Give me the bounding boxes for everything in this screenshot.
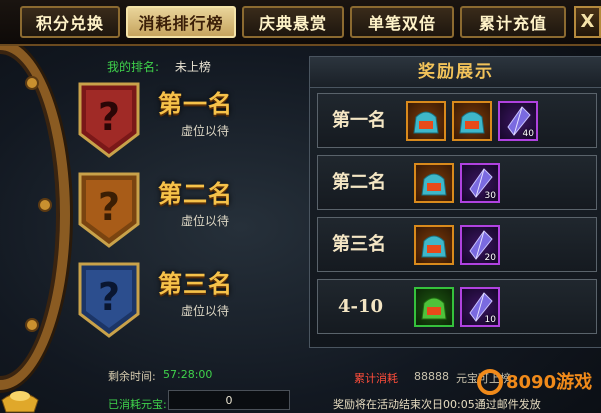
rank-status: 虚位以待: [181, 124, 230, 138]
watermark-logo: 8090游戏: [477, 369, 592, 395]
item-quantity: 20: [484, 253, 496, 263]
reward-row-label: 4-10: [338, 296, 384, 317]
ornament-stud: [27, 320, 37, 330]
item-quantity: 10: [484, 315, 496, 325]
my-rank-label: 我的排名:: [107, 60, 160, 74]
ornament-stud: [27, 78, 37, 88]
gift-bag-icon[interactable]: [452, 101, 492, 141]
close-button[interactable]: X: [574, 6, 601, 38]
reward-panel-title: 奖励展示: [310, 57, 601, 88]
reward-row-2: 第二名 30: [317, 155, 597, 210]
remaining-time-label: 剩余时间:: [108, 370, 156, 383]
tab-single-double[interactable]: 单笔双倍: [350, 6, 454, 38]
svg-text:?: ?: [98, 95, 120, 139]
tab-consumption-ranking[interactable]: 消耗排行榜: [126, 6, 236, 38]
item-quantity: 40: [522, 129, 534, 139]
used-ingot-value: 0: [168, 390, 290, 410]
gift-bag-icon[interactable]: [414, 287, 454, 327]
rank-title: 第二名: [158, 179, 233, 208]
ornament-stud: [40, 200, 50, 210]
crystal-icon[interactable]: 10: [460, 287, 500, 327]
my-rank: 我的排名: 未上榜: [107, 58, 211, 75]
tab-cumulative-recharge[interactable]: 累计充值: [460, 6, 566, 38]
item-quantity: 30: [484, 191, 496, 201]
ranking-window: 积分兑换 消耗排行榜 庆典悬赏 单笔双倍 累计充值 X 我的排名: 未上榜 ? …: [0, 0, 601, 413]
rank-shield-icon: ?: [78, 172, 140, 248]
reward-row-label: 第一名: [332, 110, 386, 131]
rank-status: 虚位以待: [181, 214, 230, 228]
svg-text:?: ?: [98, 185, 120, 229]
watermark-text: 8090游戏: [506, 371, 592, 393]
remaining-time-value: 57:28:00: [163, 368, 213, 381]
gold-ingot-icon: [1, 391, 39, 413]
tab-points-exchange[interactable]: 积分兑换: [20, 6, 120, 38]
reward-panel: 奖励展示 第一名 40 第二名 30 第三名 20 4-10 10: [309, 56, 601, 348]
reward-row-label: 第二名: [332, 172, 386, 193]
reward-row-1: 第一名 40: [317, 93, 597, 148]
tab-bar: 积分兑换 消耗排行榜 庆典悬赏 单笔双倍 累计充值 X: [0, 0, 601, 46]
crystal-icon[interactable]: 30: [460, 163, 500, 203]
used-ingot-label: 已消耗元宝:: [108, 398, 167, 411]
ornament-ring: [0, 40, 70, 390]
gift-bag-icon[interactable]: [414, 163, 454, 203]
my-rank-value: 未上榜: [174, 60, 211, 74]
crystal-icon[interactable]: 40: [498, 101, 538, 141]
tab-celebration-bounty[interactable]: 庆典悬赏: [242, 6, 344, 38]
gift-bag-icon[interactable]: [414, 225, 454, 265]
accumulated-label: 累计消耗: [354, 372, 398, 385]
rank-status: 虚位以待: [181, 304, 230, 318]
rank-title: 第三名: [158, 269, 233, 298]
gift-bag-icon[interactable]: [406, 101, 446, 141]
accumulated-value: 88888: [414, 370, 449, 383]
rank-row-1: ? 第一名 虚位以待: [76, 78, 296, 168]
rank-title: 第一名: [158, 89, 233, 118]
crystal-icon[interactable]: 20: [460, 225, 500, 265]
rank-shield-icon: ?: [78, 82, 140, 158]
svg-text:?: ?: [98, 275, 120, 319]
reward-row-4: 4-10 10: [317, 279, 597, 334]
rank-row-2: ? 第二名 虚位以待: [76, 168, 296, 258]
reward-row-3: 第三名 20: [317, 217, 597, 272]
reward-row-label: 第三名: [332, 234, 386, 255]
rank-shield-icon: ?: [78, 262, 140, 338]
rank-row-3: ? 第三名 虚位以待: [76, 258, 296, 348]
